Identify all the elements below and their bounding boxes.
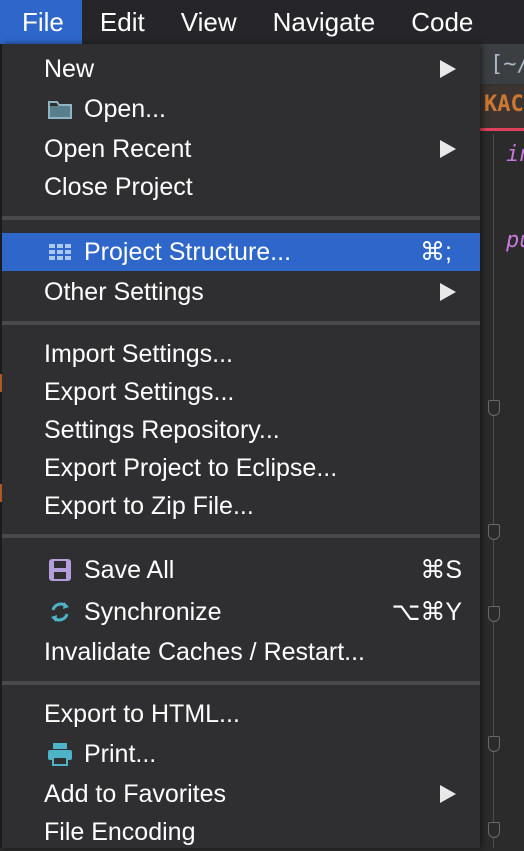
menu-item-label: Print... [84,739,157,768]
menu-view[interactable]: View [163,0,255,44]
fold-marker-icon[interactable] [488,822,500,838]
submenu-arrow-icon [440,60,456,78]
menu-item-label: Open... [84,94,166,123]
menu-item-label: File Encoding [44,817,196,846]
menu-item-save-all[interactable]: Save All ⌘S [2,551,480,589]
printer-icon [46,740,74,768]
menu-separator [2,534,480,538]
menu-item-other-settings[interactable]: Other Settings [2,273,480,311]
menu-item-shortcut: ⌘S [420,556,462,584]
fold-marker-icon[interactable] [488,400,500,416]
menu-item-label: Add to Favorites [44,779,227,808]
menu-item-label: Export Project to Eclipse... [44,453,338,482]
floppy-disk-icon [46,556,74,584]
menu-item-settings-repository[interactable]: Settings Repository... [2,411,480,449]
fold-marker-icon[interactable] [488,524,500,540]
submenu-arrow-icon [440,283,456,301]
menu-item-label: Other Settings [44,277,204,306]
code-line: in [506,142,524,167]
menu-navigate[interactable]: Navigate [255,0,394,44]
menu-bar: File Edit View Navigate Code [0,0,524,44]
menu-item-shortcut: ⌥⌘Y [391,598,462,626]
submenu-arrow-icon [440,785,456,803]
menu-item-label: Synchronize [84,597,222,626]
menu-item-new[interactable]: New [2,50,480,88]
menu-item-file-encoding[interactable]: File Encoding [2,813,480,851]
editor-file-tab-text: KAC [484,92,524,117]
menu-item-open[interactable]: Open... [2,90,480,128]
menu-file[interactable]: File [0,0,82,44]
menu-item-label: Import Settings... [44,339,233,368]
folder-icon [46,95,74,123]
menu-item-label: Export to HTML... [44,699,240,728]
menu-item-import-settings[interactable]: Import Settings... [2,335,480,373]
menu-item-add-favorites[interactable]: Add to Favorites [2,775,480,813]
editor-background: [~/ KAC in pu [480,44,524,848]
menu-item-export-eclipse[interactable]: Export Project to Eclipse... [2,449,480,487]
menu-item-label: New [44,54,95,83]
file-menu-dropdown: New Open... Open Recent Close Project Pr… [2,44,480,848]
sync-icon [46,598,74,626]
menu-item-label: Settings Repository... [44,415,280,444]
menu-item-label: Export to Zip File... [44,491,254,520]
menu-separator [2,681,480,685]
menu-item-label: Invalidate Caches / Restart... [44,637,365,666]
menu-item-export-zip[interactable]: Export to Zip File... [2,487,480,525]
menu-item-export-settings[interactable]: Export Settings... [2,373,480,411]
menu-item-close-project[interactable]: Close Project [2,168,480,206]
editor-path-text: [~/ [490,52,524,77]
menu-item-label: Close Project [44,172,193,201]
menu-item-label: Export Settings... [44,377,235,406]
menu-item-synchronize[interactable]: Synchronize ⌥⌘Y [2,593,480,631]
grid-icon [46,238,74,266]
editor-file-tab[interactable]: KAC [480,86,524,131]
menu-separator [2,216,480,220]
menu-item-open-recent[interactable]: Open Recent [2,130,480,168]
submenu-arrow-icon [440,140,456,158]
menu-separator [2,321,480,325]
fold-marker-icon[interactable] [488,606,500,622]
menu-code[interactable]: Code [393,0,491,44]
menu-edit[interactable]: Edit [82,0,163,44]
code-line: pu [506,228,524,253]
editor-path-tab[interactable]: [~/ [480,44,524,86]
fold-marker-icon[interactable] [488,736,500,752]
menu-item-invalidate-caches[interactable]: Invalidate Caches / Restart... [2,633,480,671]
menu-item-label: Project Structure... [84,237,292,266]
menu-item-project-structure[interactable]: Project Structure... ⌘; [2,233,480,271]
menu-item-print[interactable]: Print... [2,735,480,773]
menu-item-label: Open Recent [44,134,192,163]
menu-item-label: Save All [84,555,175,584]
menu-item-export-html[interactable]: Export to HTML... [2,695,480,733]
menu-item-shortcut: ⌘; [420,238,452,266]
